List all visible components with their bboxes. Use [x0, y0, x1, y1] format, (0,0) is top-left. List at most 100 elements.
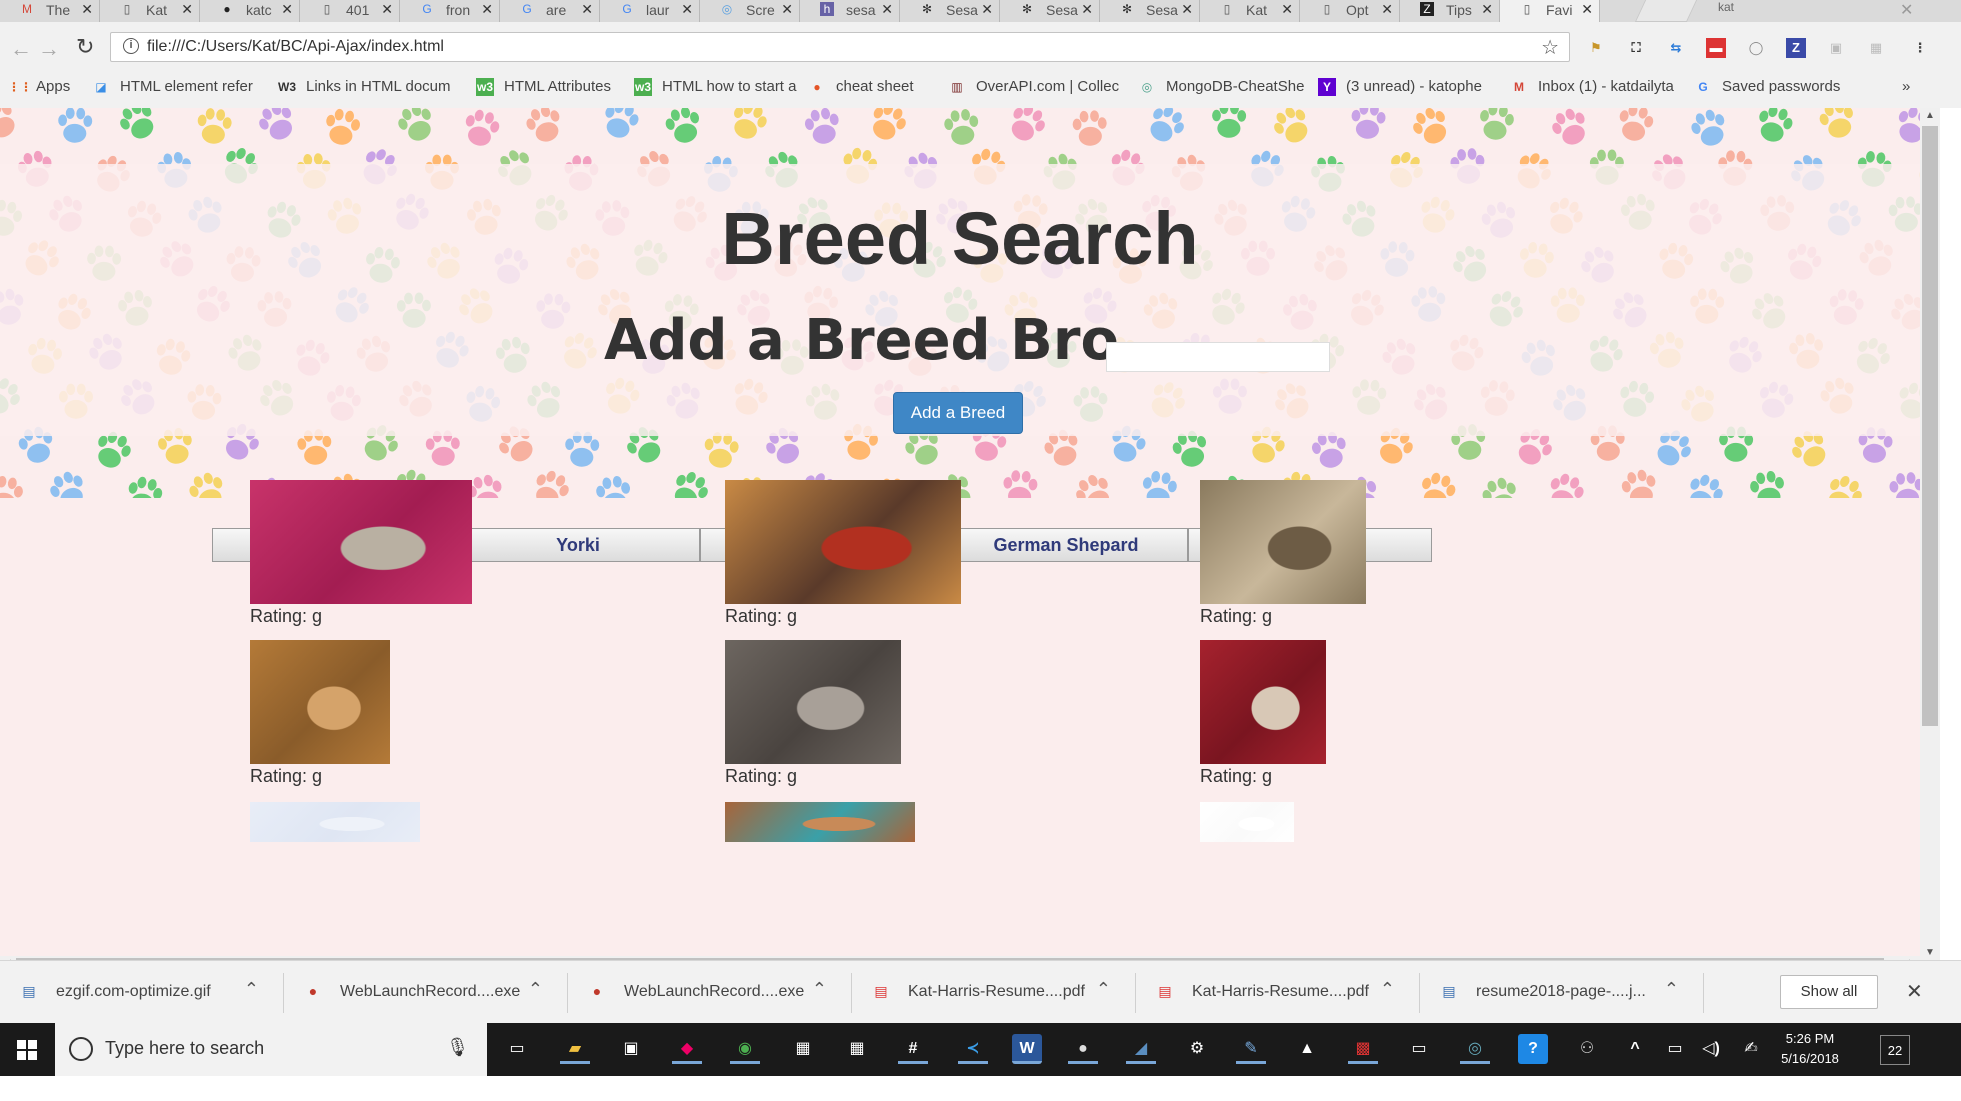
bookmark-item[interactable]: G Saved passwords [1694, 78, 1840, 98]
chevron-up-icon[interactable]: ⌃ [1380, 979, 1395, 1000]
tab-close-icon[interactable]: ✕ [1381, 1, 1393, 18]
scroll-down-icon[interactable]: ▼ [1925, 947, 1935, 958]
bookmark-item[interactable]: W3 Links in HTML docum [278, 78, 451, 98]
breed-button[interactable]: Yorki [456, 528, 700, 562]
tab-close-icon[interactable]: ✕ [1481, 1, 1493, 18]
microphone-icon[interactable]: 🎙 [446, 1037, 469, 1058]
download-item[interactable]: ▤ Kat-Harris-Resume....pdf ⌃ [1136, 973, 1420, 1013]
address-bar[interactable]: i file:///C:/Users/Kat/BC/Api-Ajax/index… [110, 32, 1570, 62]
address-url[interactable]: file:///C:/Users/Kat/BC/Api-Ajax/index.h… [147, 38, 444, 56]
tab-close-icon[interactable]: ✕ [781, 1, 793, 18]
tab-close-icon[interactable]: ✕ [1281, 1, 1293, 18]
breed-input[interactable] [1106, 342, 1330, 372]
info-icon[interactable]: i [123, 38, 139, 54]
chevron-up-icon[interactable]: ⌃ [528, 979, 543, 1000]
tab-close-icon[interactable]: ✕ [981, 1, 993, 18]
more-bookmarks-icon[interactable]: » [1902, 78, 1910, 98]
browser-tab[interactable]: ▯ Kat ✕ [100, 0, 200, 22]
extension-circle-icon[interactable]: ◯ [1746, 38, 1766, 58]
app-icon[interactable]: ▩ [1348, 1034, 1378, 1064]
bookmark-star-icon[interactable]: ☆ [1541, 35, 1559, 60]
chevron-up-icon[interactable]: ⌃ [812, 979, 827, 1000]
dev-tool-icon[interactable]: ◆ [672, 1034, 702, 1064]
mysql-icon[interactable]: ◢ [1126, 1034, 1156, 1064]
show-all-button[interactable]: Show all [1780, 975, 1878, 1009]
window-close-icon[interactable]: ✕ [1900, 0, 1913, 20]
volume-icon[interactable]: ◁) [1696, 1034, 1726, 1064]
tab-close-icon[interactable]: ✕ [881, 1, 893, 18]
tab-close-icon[interactable]: ✕ [1181, 1, 1193, 18]
browser-tab[interactable]: ▯ Kat ✕ [1200, 0, 1300, 22]
download-item[interactable]: ● WebLaunchRecord....exe ⌃ [568, 973, 852, 1013]
download-item[interactable]: ● WebLaunchRecord....exe ⌃ [284, 973, 568, 1013]
start-button[interactable] [0, 1023, 55, 1076]
browser-tab[interactable]: Gare ✕ [500, 0, 600, 22]
vertical-scrollbar[interactable]: ▲ ▼ [1920, 108, 1940, 960]
people-icon[interactable]: ⚇ [1572, 1034, 1602, 1064]
word-icon[interactable]: W [1012, 1034, 1042, 1064]
forward-icon[interactable]: → [38, 36, 60, 62]
file-explorer-icon[interactable]: ▰ [560, 1034, 590, 1064]
gif-image[interactable] [1200, 802, 1294, 842]
pen-icon[interactable]: ✍ [1736, 1034, 1766, 1064]
gif-image[interactable] [250, 480, 472, 604]
browser-tab[interactable]: Z Tips ✕ [1400, 0, 1500, 22]
bookmark-item[interactable]: ⋮⋮ Apps [8, 78, 70, 98]
calendar-icon[interactable]: ▦ [842, 1034, 872, 1064]
slack-icon[interactable]: # [898, 1034, 928, 1064]
store-icon[interactable]: ▣ [616, 1034, 646, 1064]
chrome-icon[interactable]: ◉ [730, 1034, 760, 1064]
bookmark-item[interactable]: w3 HTML how to start a [634, 78, 797, 98]
search-placeholder[interactable]: Type here to search [105, 1038, 264, 1059]
back-icon[interactable]: ← [10, 36, 32, 62]
chevron-up-icon[interactable]: ⌃ [1096, 979, 1111, 1000]
scrollbar-thumb[interactable] [1922, 126, 1938, 726]
download-item[interactable]: ▤ Kat-Harris-Resume....pdf ⌃ [852, 973, 1136, 1013]
task-view-icon[interactable]: ▭ [502, 1034, 532, 1064]
tab-close-icon[interactable]: ✕ [181, 1, 193, 18]
tab-close-icon[interactable]: ✕ [381, 1, 393, 18]
bookmark-item[interactable]: ◪ HTML element refer [92, 78, 253, 98]
bookmark-item[interactable]: ● cheat sheet [808, 78, 913, 98]
extension-fullscreen-icon[interactable]: ⛶ [1626, 38, 1646, 58]
gif-image[interactable] [1200, 640, 1326, 764]
tab-close-icon[interactable]: ✕ [481, 1, 493, 18]
browser-tab[interactable]: ✻ Sesa ✕ [1000, 0, 1100, 22]
chevron-up-icon[interactable]: ⌃ [244, 979, 259, 1000]
extension-arrows-icon[interactable]: ⇆ [1666, 38, 1686, 58]
browser-tab[interactable]: ✻ Sesa ✕ [1100, 0, 1200, 22]
gif-image[interactable] [725, 802, 915, 842]
calculator-icon[interactable]: ▦ [788, 1034, 818, 1064]
browser-tab[interactable]: ✻ Sesa ✕ [900, 0, 1000, 22]
extension-camera-icon[interactable]: ▣ [1826, 38, 1846, 58]
tray-chevron-icon[interactable]: ^ [1620, 1034, 1650, 1064]
browser-tab[interactable]: ◎ Scre ✕ [700, 0, 800, 22]
download-item[interactable]: ▤ resume2018-page-....j... ⌃ [1420, 973, 1704, 1013]
browser-tab[interactable]: ● katc ✕ [200, 0, 300, 22]
gif-image[interactable] [250, 802, 420, 842]
browser-tab[interactable]: M The ✕ [0, 0, 100, 22]
add-breed-button[interactable]: Add a Breed [893, 392, 1023, 434]
battery-icon[interactable]: ▭ [1660, 1034, 1690, 1064]
close-shelf-icon[interactable]: ✕ [1906, 979, 1923, 1004]
gif-image[interactable] [725, 480, 961, 604]
cortana-icon[interactable]: ◎ [1460, 1034, 1490, 1064]
browser-tab[interactable]: Gfron ✕ [400, 0, 500, 22]
browser-tab[interactable]: Glaur ✕ [600, 0, 700, 22]
bookmark-item[interactable]: Y (3 unread) - katophe [1318, 78, 1482, 98]
bookmark-item[interactable]: w3 HTML Attributes [476, 78, 611, 98]
extension-z-icon[interactable]: Z [1786, 38, 1806, 58]
paint-icon[interactable]: ✎ [1236, 1034, 1266, 1064]
profile-name[interactable]: kat [1718, 0, 1734, 14]
help-icon[interactable]: ? [1518, 1034, 1548, 1064]
browser-tab[interactable]: ▯ Favi ✕ [1500, 0, 1600, 22]
bookmark-item[interactable]: ◎ MongoDB-CheatShe [1138, 78, 1305, 98]
tab-close-icon[interactable]: ✕ [281, 1, 293, 18]
scroll-up-icon[interactable]: ▲ [1925, 110, 1935, 121]
gif-image[interactable] [725, 640, 901, 764]
browser-tab[interactable]: ▯ 401 ✕ [300, 0, 400, 22]
menu-icon[interactable]: ⋮ [1910, 38, 1930, 58]
github-desktop-icon[interactable]: ● [1068, 1034, 1098, 1064]
notification-count[interactable]: 22 [1880, 1035, 1910, 1065]
tab-close-icon[interactable]: ✕ [81, 1, 93, 18]
